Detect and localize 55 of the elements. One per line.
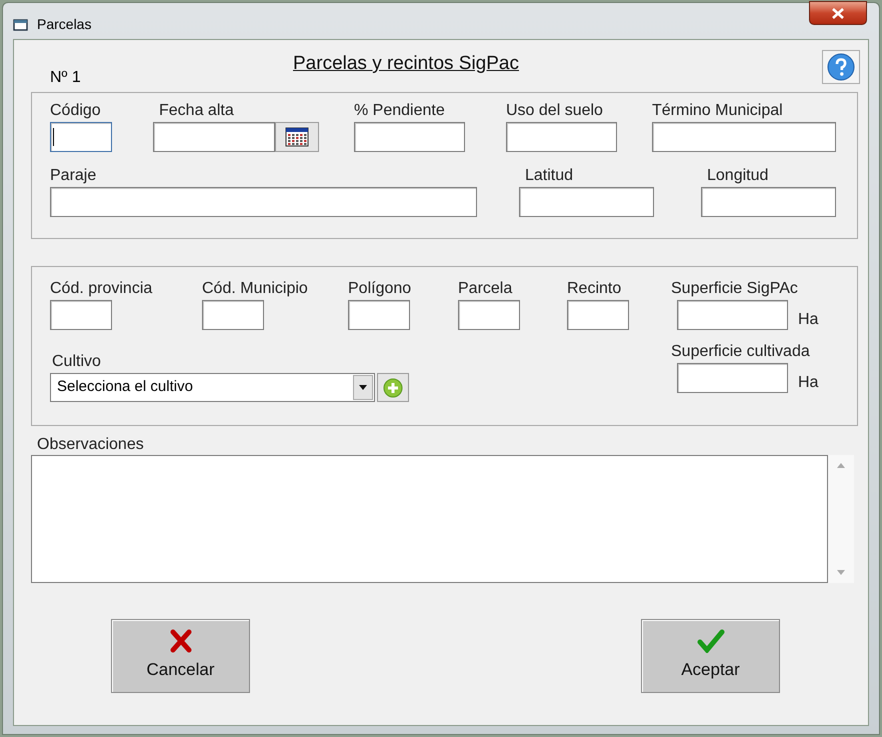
accept-button[interactable]: Aceptar	[641, 619, 780, 693]
input-field[interactable]	[354, 122, 465, 152]
field-label: Cód. Municipio	[202, 279, 309, 299]
input-field[interactable]	[153, 122, 275, 152]
scroll-up-icon	[837, 463, 845, 468]
add-crop-button[interactable]	[377, 373, 409, 402]
calendar-icon	[285, 127, 309, 147]
input-field[interactable]	[677, 300, 788, 330]
add-icon	[383, 378, 403, 398]
crop-dropdown[interactable]: Selecciona el cultivo	[50, 373, 375, 402]
field-label: Término Municipal	[652, 101, 784, 121]
input-field[interactable]	[50, 300, 112, 330]
window-icon	[13, 18, 29, 32]
field-label: Longitud	[707, 166, 770, 186]
calendar-button[interactable]	[275, 122, 319, 152]
field-label: Observaciones	[37, 435, 145, 455]
cancel-button[interactable]: Cancelar	[111, 619, 250, 693]
input-field[interactable]	[202, 300, 264, 330]
field-label: Polígono	[348, 279, 412, 299]
field-label: % Pendiente	[354, 101, 446, 121]
input-field[interactable]	[652, 122, 836, 152]
checkmark-icon	[696, 629, 724, 654]
close-icon	[832, 8, 844, 18]
field-label: Cultivo	[52, 352, 102, 372]
close-button[interactable]	[809, 1, 867, 25]
input-field[interactable]	[458, 300, 520, 330]
unit-label: Ha	[798, 373, 818, 393]
field-label: Superficie SigPAc	[671, 279, 799, 299]
input-field[interactable]	[519, 187, 654, 217]
input-field[interactable]	[50, 187, 477, 217]
field-label: Paraje	[50, 166, 98, 186]
help-button[interactable]	[822, 50, 860, 84]
input-field[interactable]	[348, 300, 410, 330]
field-label: Cód. provincia	[50, 279, 154, 299]
text-cursor	[53, 128, 54, 146]
cross-icon	[168, 629, 192, 654]
unit-label: Ha	[798, 310, 818, 330]
scrollbar[interactable]	[828, 455, 854, 583]
field-label: Parcela	[458, 279, 514, 299]
scroll-down-icon	[837, 570, 845, 575]
field-label: Código	[50, 101, 102, 121]
input-field[interactable]	[567, 300, 629, 330]
window-title: Parcelas	[37, 15, 92, 34]
field-label: Latitud	[525, 166, 574, 186]
input-field[interactable]	[701, 187, 836, 217]
dropdown-arrow-icon	[359, 385, 367, 390]
field-label: Fecha alta	[159, 101, 235, 121]
form-heading: Parcelas y recintos SigPac	[293, 52, 519, 76]
help-icon	[827, 53, 855, 81]
field-label: Superficie cultivada	[671, 342, 811, 362]
input-field[interactable]	[50, 122, 112, 152]
record-number: Nº 1	[50, 68, 82, 88]
field-label: Uso del suelo	[506, 101, 604, 121]
input-field[interactable]	[677, 363, 788, 393]
input-field[interactable]	[506, 122, 617, 152]
